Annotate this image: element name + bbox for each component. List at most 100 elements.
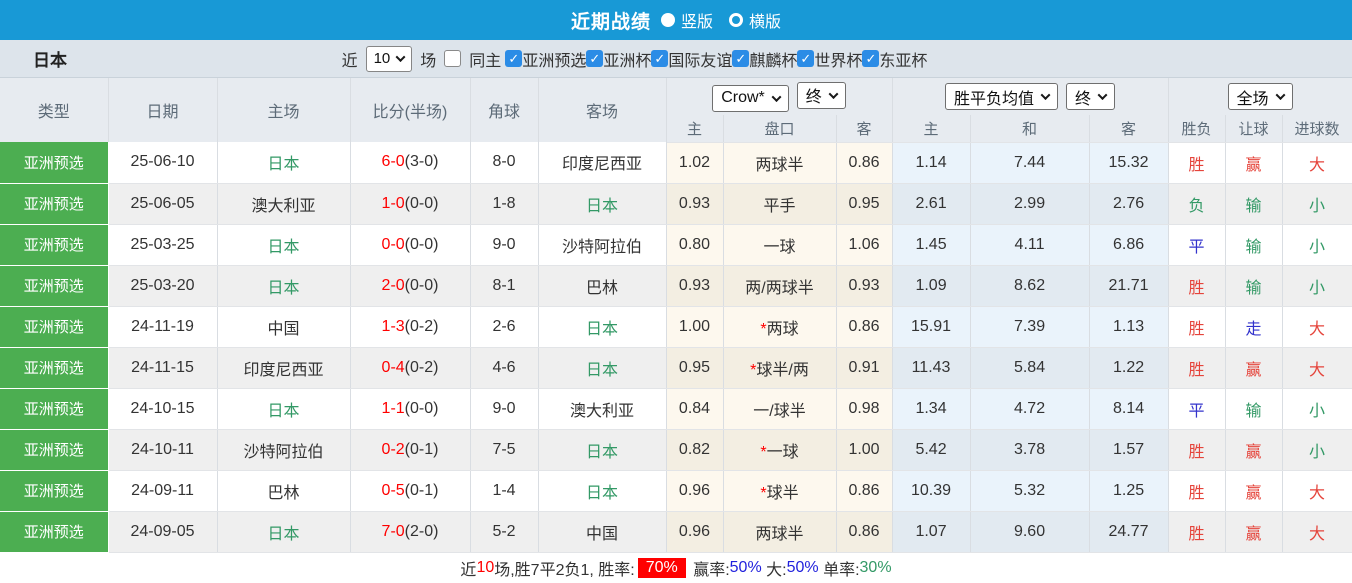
same-home-checkbox[interactable] bbox=[444, 50, 461, 67]
recent-label: 近 bbox=[342, 47, 358, 71]
col-type: 类型 bbox=[0, 78, 108, 142]
avg-type-select[interactable]: 胜平负均值 bbox=[945, 83, 1058, 110]
odds-home: 0.82 bbox=[666, 429, 723, 470]
competition-checkbox[interactable]: ✓ bbox=[732, 50, 749, 67]
corner-score: 9-0 bbox=[470, 224, 538, 265]
handicap-result-mark: 赢 bbox=[1225, 470, 1282, 511]
col-home: 主场 bbox=[217, 78, 350, 142]
match-type-badge: 亚洲预选 bbox=[0, 388, 108, 429]
score-cell: 0-4(0-2) bbox=[350, 347, 470, 388]
goals-result-mark: 小 bbox=[1282, 224, 1352, 265]
half-time-score: (2-0) bbox=[405, 523, 439, 540]
full-match-select[interactable]: 全场 bbox=[1228, 83, 1293, 110]
handicap-result-mark: 输 bbox=[1225, 388, 1282, 429]
competition-filter: ✓亚洲预选 bbox=[505, 47, 586, 71]
half-time-score: (0-0) bbox=[405, 277, 439, 294]
chevron-down-icon bbox=[396, 52, 406, 62]
sub-col-goals-result: 进球数 bbox=[1282, 115, 1352, 142]
competition-checkbox[interactable]: ✓ bbox=[651, 50, 668, 67]
avg-home-odds: 15.91 bbox=[892, 306, 970, 347]
avg-time-select[interactable]: 终 bbox=[1066, 83, 1115, 110]
full-time-score: 0-4 bbox=[382, 359, 405, 376]
avg-home-odds: 2.61 bbox=[892, 183, 970, 224]
home-team: 澳大利亚 bbox=[217, 183, 350, 224]
odds-away: 0.86 bbox=[836, 511, 892, 552]
filter-bar: 日本 近 10 场 同主 ✓亚洲预选✓亚洲杯✓国际友谊✓麒麟杯✓世界杯✓东亚杯 bbox=[0, 40, 1352, 78]
odds-time-value: 终 bbox=[806, 83, 822, 107]
goals-result-mark: 小 bbox=[1282, 388, 1352, 429]
full-match-value: 全场 bbox=[1237, 85, 1269, 109]
match-type-badge: 亚洲预选 bbox=[0, 142, 108, 183]
half-time-score: (0-1) bbox=[405, 482, 439, 499]
avg-home-odds: 10.39 bbox=[892, 470, 970, 511]
chevron-down-icon bbox=[1098, 90, 1108, 100]
handicap-text: 一球 bbox=[763, 239, 795, 256]
recent-count-value: 10 bbox=[374, 50, 391, 67]
table-row: 亚洲预选24-10-15日本1-1(0-0)9-0澳大利亚0.84一/球半0.9… bbox=[0, 388, 1352, 429]
match-type-badge: 亚洲预选 bbox=[0, 306, 108, 347]
avg-draw-odds: 7.44 bbox=[970, 142, 1089, 183]
radio-horizontal-layout[interactable]: 横版 bbox=[729, 8, 781, 32]
match-date: 24-09-11 bbox=[108, 470, 217, 511]
chevron-down-icon bbox=[828, 89, 838, 99]
radio-vertical-layout[interactable]: 竖版 bbox=[661, 8, 713, 32]
radio-selected-icon bbox=[661, 13, 675, 27]
games-label: 场 bbox=[420, 47, 436, 71]
competition-checkbox[interactable]: ✓ bbox=[586, 50, 603, 67]
handicap-result-mark: 输 bbox=[1225, 224, 1282, 265]
recent-results-panel: 近期战绩 竖版 横版 日本 近 10 场 同主 ✓亚洲预选✓亚洲杯✓国际友谊✓麒… bbox=[0, 0, 1352, 583]
home-team: 日本 bbox=[217, 388, 350, 429]
avg-home-odds: 1.09 bbox=[892, 265, 970, 306]
recent-count-select[interactable]: 10 bbox=[366, 46, 413, 72]
home-team: 巴林 bbox=[217, 470, 350, 511]
table-row: 亚洲预选25-03-20日本2-0(0-0)8-1巴林0.93两/两球半0.93… bbox=[0, 265, 1352, 306]
avg-time-value: 终 bbox=[1075, 85, 1091, 109]
odds-selects-cell: Crow* 终 bbox=[666, 78, 892, 115]
score-cell: 7-0(2-0) bbox=[350, 511, 470, 552]
match-date: 24-11-19 bbox=[108, 306, 217, 347]
summary-text: 30% bbox=[860, 559, 892, 577]
odds-company-select[interactable]: Crow* bbox=[712, 85, 789, 112]
competition-label: 麒麟杯 bbox=[749, 47, 797, 71]
odds-home: 0.96 bbox=[666, 511, 723, 552]
competition-checkbox[interactable]: ✓ bbox=[862, 50, 879, 67]
away-team: 澳大利亚 bbox=[538, 388, 666, 429]
score-cell: 1-1(0-0) bbox=[350, 388, 470, 429]
team-name: 日本 bbox=[33, 46, 67, 71]
competition-checkbox[interactable]: ✓ bbox=[505, 50, 522, 67]
odds-home: 1.02 bbox=[666, 142, 723, 183]
handicap-line: *球半/两 bbox=[723, 347, 836, 388]
score-cell: 0-2(0-1) bbox=[350, 429, 470, 470]
competition-label: 东亚杯 bbox=[879, 47, 927, 71]
handicap-text: 两球 bbox=[767, 321, 799, 338]
away-team: 印度尼西亚 bbox=[538, 142, 666, 183]
home-team: 中国 bbox=[217, 306, 350, 347]
summary-text: 赢率: bbox=[689, 556, 730, 580]
chevron-down-icon bbox=[1041, 90, 1051, 100]
match-type-badge: 亚洲预选 bbox=[0, 224, 108, 265]
competition-filter: ✓亚洲杯 bbox=[586, 47, 651, 71]
full-time-score: 0-5 bbox=[382, 482, 405, 499]
result-mark: 胜 bbox=[1168, 511, 1225, 552]
table-row: 亚洲预选24-11-19中国1-3(0-2)2-6日本1.00*两球0.8615… bbox=[0, 306, 1352, 347]
corner-score: 5-2 bbox=[470, 511, 538, 552]
avg-away-odds: 1.57 bbox=[1089, 429, 1168, 470]
competition-filter: ✓国际友谊 bbox=[651, 47, 732, 71]
handicap-text: 一球 bbox=[767, 444, 799, 461]
match-type-badge: 亚洲预选 bbox=[0, 511, 108, 552]
away-team: 日本 bbox=[538, 429, 666, 470]
handicap-text: 平手 bbox=[763, 198, 795, 215]
avg-away-odds: 2.76 bbox=[1089, 183, 1168, 224]
competition-checkbox[interactable]: ✓ bbox=[797, 50, 814, 67]
match-type-badge: 亚洲预选 bbox=[0, 470, 108, 511]
chevron-down-icon bbox=[1275, 90, 1285, 100]
sub-col-result: 胜负 bbox=[1168, 115, 1225, 142]
full-time-score: 1-0 bbox=[382, 195, 405, 212]
score-cell: 6-0(3-0) bbox=[350, 142, 470, 183]
table-row: 亚洲预选24-10-11沙特阿拉伯0-2(0-1)7-5日本0.82*一球1.0… bbox=[0, 429, 1352, 470]
odds-time-select[interactable]: 终 bbox=[797, 82, 846, 109]
avg-away-odds: 21.71 bbox=[1089, 265, 1168, 306]
avg-type-value: 胜平负均值 bbox=[954, 85, 1034, 109]
odds-away: 1.06 bbox=[836, 224, 892, 265]
handicap-result-mark: 走 bbox=[1225, 306, 1282, 347]
